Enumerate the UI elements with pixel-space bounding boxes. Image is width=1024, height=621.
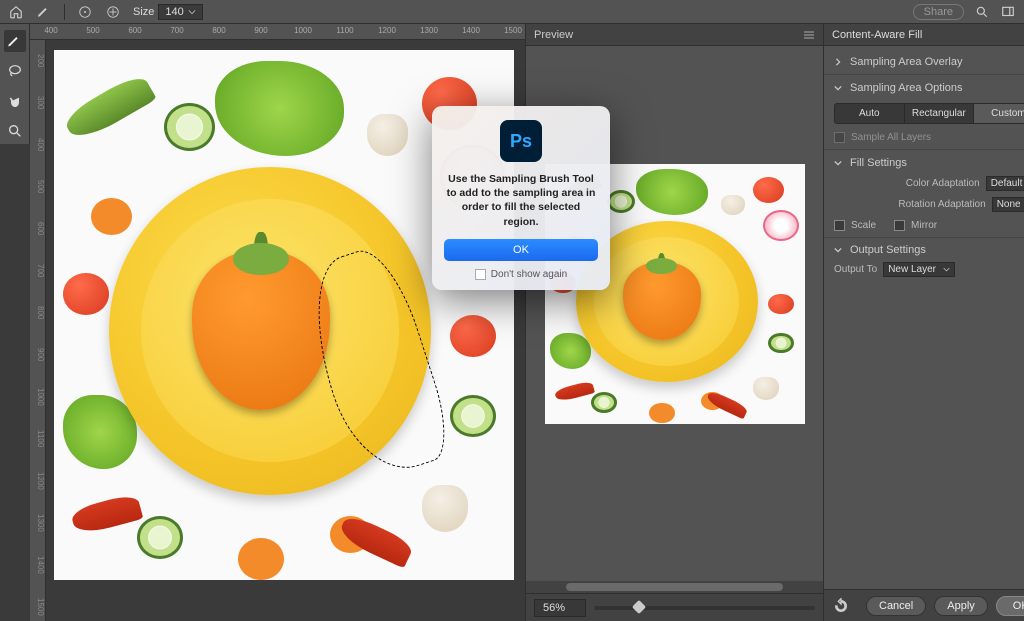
home-icon[interactable]	[8, 4, 24, 20]
chevron-down-icon	[834, 159, 844, 167]
lasso-tool[interactable]	[4, 60, 26, 82]
preview-title: Preview	[534, 29, 573, 41]
sample-all-layers-checkbox	[834, 132, 845, 143]
topbar: Size 140 Share	[0, 0, 1024, 24]
sampling-brush-tool[interactable]	[4, 30, 26, 52]
photoshop-logo-icon: Ps	[500, 120, 542, 162]
dont-show-label: Don't show again	[491, 269, 567, 280]
section-sampling-overlay: Sampling Area Overlay	[824, 50, 1024, 75]
hand-tool[interactable]	[4, 90, 26, 112]
content-aware-fill-panel: Content-Aware Fill Sampling Area Overlay…	[823, 24, 1024, 621]
sample-all-label: Sample All Layers	[851, 132, 931, 143]
section-label: Sampling Area Options	[850, 82, 963, 94]
seg-rectangular[interactable]: Rectangular	[905, 104, 975, 123]
mirror-checkbox[interactable]	[894, 220, 905, 231]
section-label: Sampling Area Overlay	[850, 56, 963, 68]
mirror-label: Mirror	[911, 220, 937, 231]
chevron-right-icon	[834, 58, 844, 66]
section-toggle-output[interactable]: Output Settings	[834, 244, 1024, 256]
share-button[interactable]: Share	[913, 4, 964, 20]
panel-title: Content-Aware Fill	[832, 29, 922, 41]
dialog-message: Use the Sampling Brush Tool to add to th…	[444, 172, 598, 229]
brush-preview-icon[interactable]	[77, 4, 93, 20]
zoom-slider[interactable]	[594, 606, 815, 610]
sampling-mode-segment: Auto Rectangular Custom	[834, 103, 1024, 124]
zoom-tool[interactable]	[4, 120, 26, 142]
apply-button[interactable]: Apply	[934, 596, 988, 616]
section-output: Output Settings Output To New Layer	[824, 238, 1024, 283]
tool-strip	[0, 24, 30, 144]
section-toggle-fill[interactable]: Fill Settings	[834, 156, 1024, 170]
color-adapt-select[interactable]: Default	[986, 176, 1024, 191]
cancel-button[interactable]: Cancel	[866, 596, 926, 616]
section-fill-settings: Fill Settings Color Adaptation Default R…	[824, 150, 1024, 238]
info-dialog: Ps Use the Sampling Brush Tool to add to…	[432, 106, 610, 290]
panel-menu-icon[interactable]	[803, 30, 815, 40]
dialog-ok-button[interactable]: OK	[444, 239, 598, 261]
section-toggle-options[interactable]: Sampling Area Options	[834, 81, 1024, 95]
color-adapt-label: Color Adaptation	[834, 178, 980, 189]
dont-show-row: Don't show again	[444, 269, 598, 280]
chevron-down-icon	[834, 246, 844, 254]
size-label: Size	[133, 6, 154, 18]
ok-button[interactable]: OK	[996, 596, 1024, 616]
section-label: Fill Settings	[850, 157, 907, 169]
brush-size-control: Size 140	[133, 4, 203, 20]
reset-all-icon[interactable]	[832, 597, 850, 615]
brush-mode-icon[interactable]	[105, 4, 121, 20]
dont-show-checkbox[interactable]	[475, 269, 486, 280]
size-value: 140	[165, 6, 183, 18]
chevron-down-icon	[834, 84, 844, 92]
output-to-select[interactable]: New Layer	[883, 262, 955, 277]
horizontal-ruler: 4005006007008009001000110012001300140015…	[30, 24, 525, 40]
scale-label: Scale	[851, 220, 876, 231]
vertical-ruler: 2003004005006007008009001000110012001300…	[30, 40, 46, 621]
seg-custom[interactable]: Custom	[974, 104, 1024, 123]
section-sampling-options: Sampling Area Options Auto Rectangular C…	[824, 75, 1024, 150]
rotation-adapt-select[interactable]: None	[992, 197, 1024, 212]
seg-auto[interactable]: Auto	[835, 104, 905, 123]
size-input[interactable]: 140	[158, 4, 202, 20]
output-to-label: Output To	[834, 264, 877, 275]
scale-checkbox[interactable]	[834, 220, 845, 231]
workspace-icon[interactable]	[1000, 4, 1016, 20]
rotation-adapt-label: Rotation Adaptation	[834, 199, 986, 210]
section-toggle-overlay[interactable]: Sampling Area Overlay	[834, 56, 1024, 68]
zoom-input[interactable]: 56%	[534, 599, 586, 617]
preview-scrollbar[interactable]	[526, 581, 823, 593]
search-icon[interactable]	[974, 4, 990, 20]
section-label: Output Settings	[850, 244, 926, 256]
brush-tool-icon[interactable]	[36, 4, 52, 20]
